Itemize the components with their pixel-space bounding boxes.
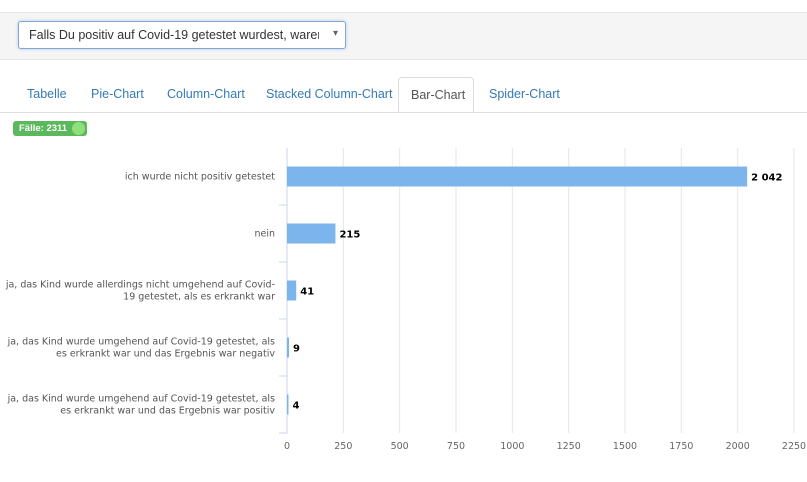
bar [287, 280, 297, 301]
bar [287, 337, 290, 358]
data-label: 215 [339, 230, 360, 241]
data-label: 9 [293, 344, 300, 355]
x-tick-label: 1000 [500, 441, 524, 452]
category-label: ja, das Kind wurde umgehend auf Covid-19… [7, 337, 276, 360]
data-label: 2 042 [751, 173, 782, 184]
x-tick-label: 750 [447, 441, 465, 452]
bar [287, 223, 336, 244]
category-label: ja, das Kind wurde umgehend auf Covid-19… [7, 394, 276, 417]
x-tick-label: 2250 [782, 441, 806, 452]
x-tick-label: 1250 [557, 441, 581, 452]
x-tick-label: 0 [284, 441, 290, 452]
bar-chart: 0 250 500 750 1000 1250 1500 1750 2000 2250 ich wu… [5, 148, 806, 452]
x-tick-label: 1500 [613, 441, 637, 452]
bar [287, 394, 289, 415]
category-label: ich wurde nicht positiv getestet [125, 172, 275, 183]
x-tick-label: 500 [391, 441, 409, 452]
x-tick-label: 2000 [726, 441, 750, 452]
data-label: 4 [293, 401, 300, 412]
category-label: ja, das Kind wurde allerdings nicht umge… [5, 280, 275, 303]
category-label: nein [254, 229, 275, 240]
bar [287, 166, 748, 187]
data-label: 41 [300, 287, 314, 298]
x-tick-label: 1750 [669, 441, 693, 452]
x-tick-label: 250 [334, 441, 352, 452]
